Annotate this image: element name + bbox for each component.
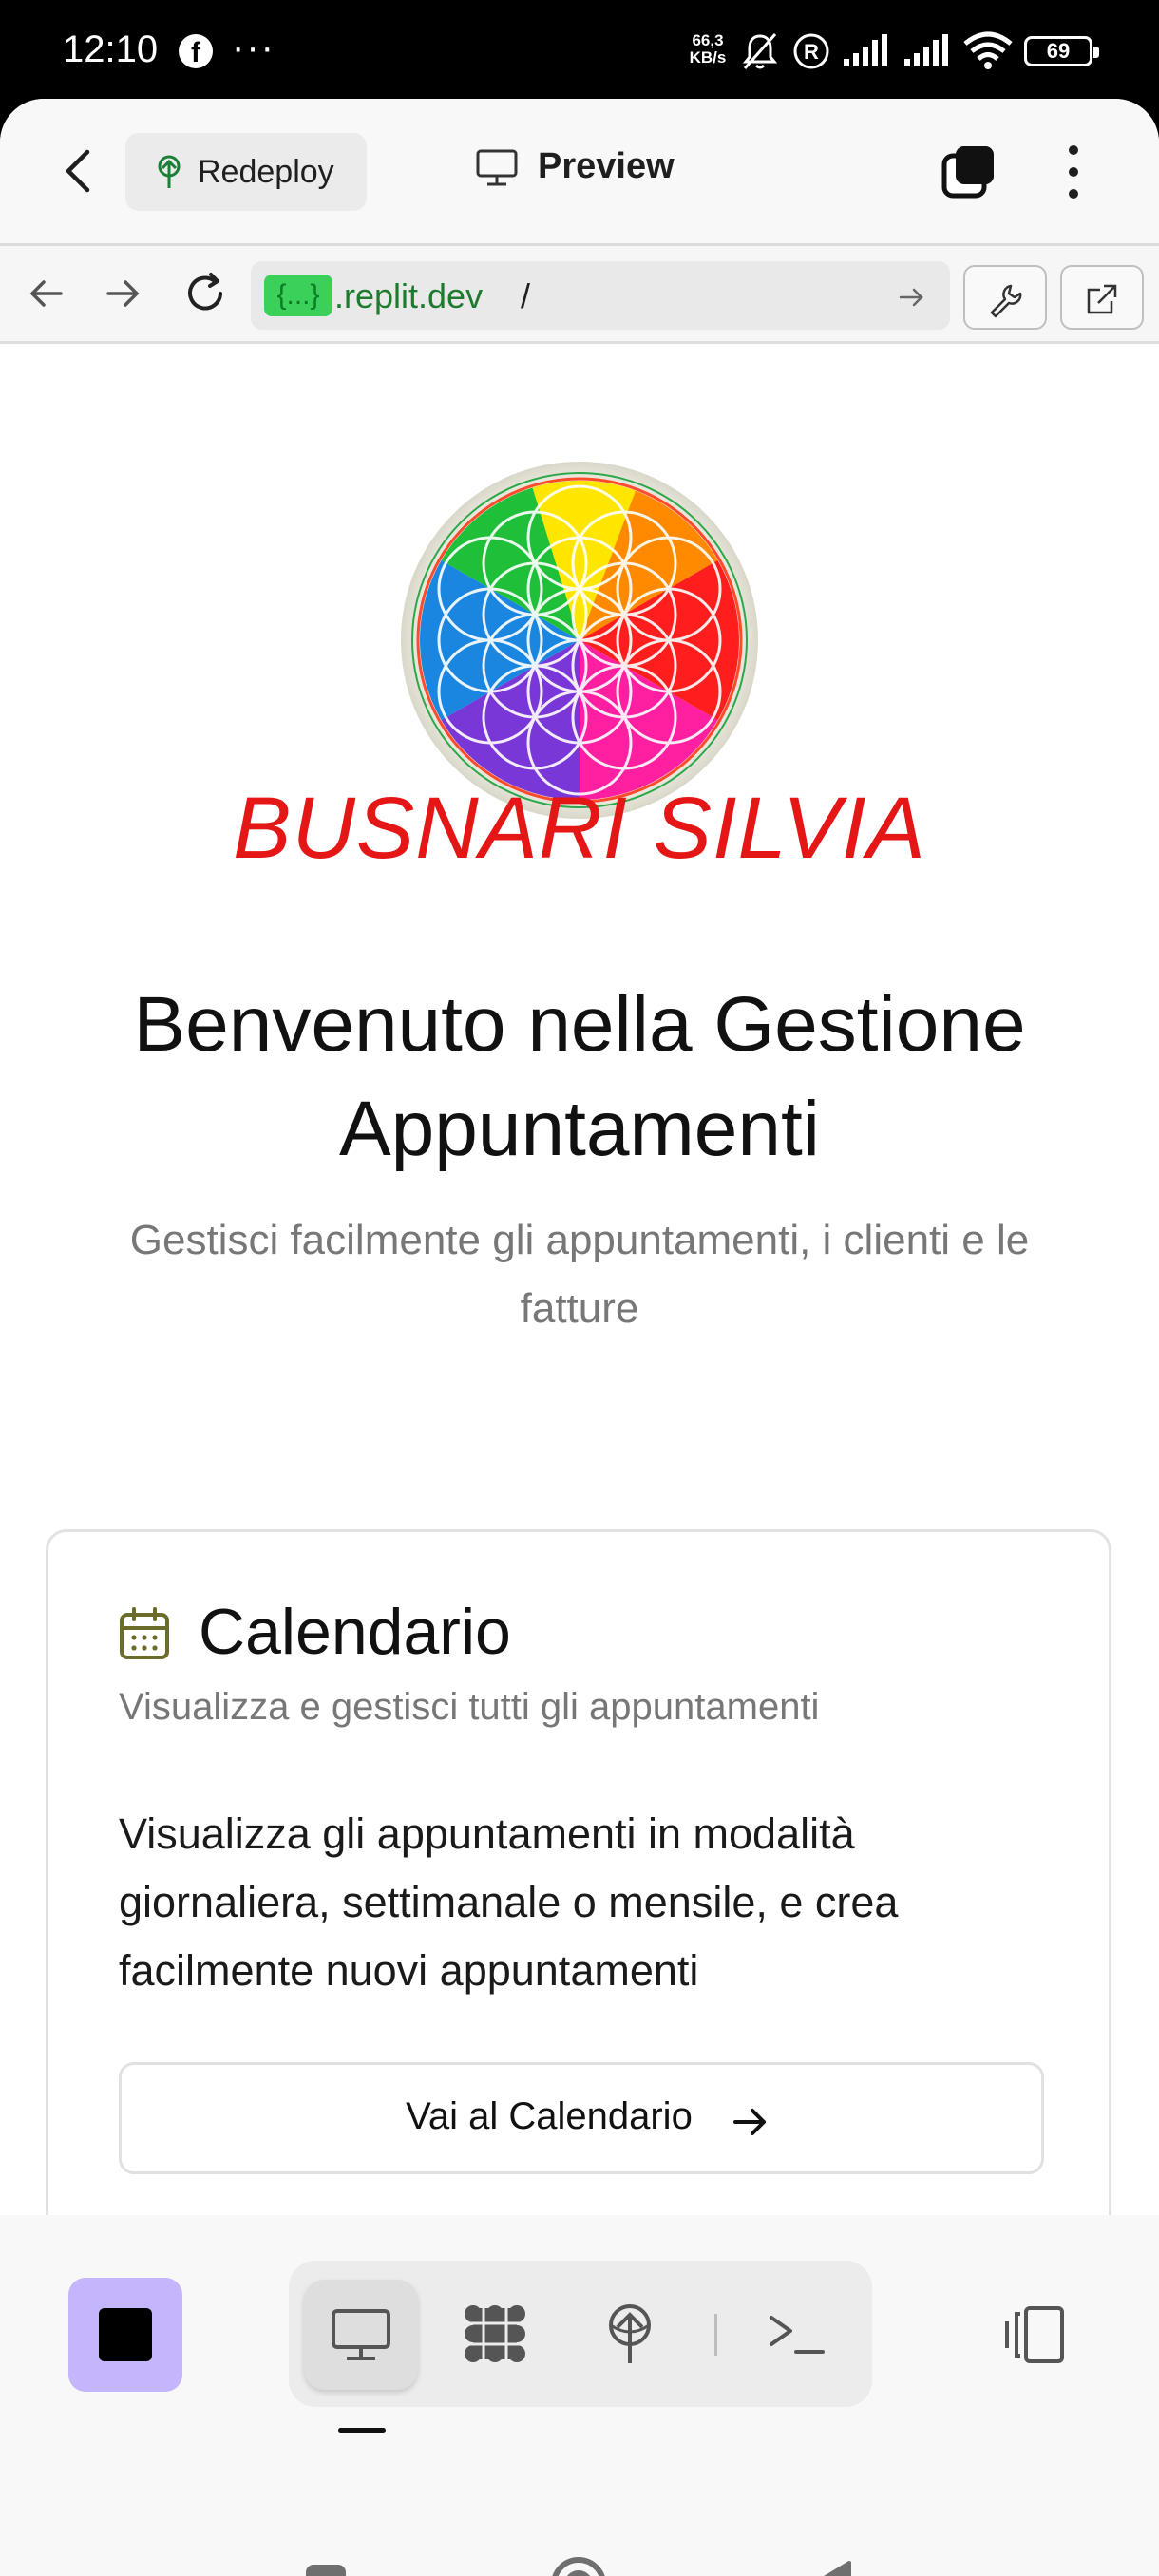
home-button[interactable]: [549, 2555, 608, 2576]
svg-text:R: R: [804, 40, 819, 64]
registered-icon: R: [793, 33, 829, 69]
url-field[interactable]: {...} .replit.dev /: [251, 261, 950, 330]
system-back-button[interactable]: [809, 2559, 853, 2576]
network-speed-value: 66,3: [692, 31, 724, 49]
nav-forward-icon[interactable]: [101, 271, 146, 316]
status-bar: 12:10 f ··· 66,3 KB/s R 69: [0, 0, 1159, 104]
back-button[interactable]: [53, 144, 106, 198]
top-toolbar: Redeploy Preview: [0, 99, 1159, 243]
network-speed-unit: KB/s: [689, 48, 727, 66]
external-link-icon: [1087, 284, 1117, 314]
card-title: Calendario: [199, 1596, 511, 1668]
grid-icon[interactable]: [462, 2301, 528, 2367]
calendar-icon: [120, 1607, 169, 1659]
url-host-tag: {...}: [264, 275, 332, 316]
battery-level: 69: [1024, 36, 1099, 66]
more-notifications-indicator: ···: [232, 27, 276, 68]
page-title: Benvenuto nella Gestione Appuntamenti: [133, 981, 1026, 1172]
nav-back-icon[interactable]: [23, 271, 68, 316]
bottom-toolbar: [0, 2215, 1159, 2519]
go-to-calendar-button[interactable]: Vai al Calendario: [119, 2062, 1044, 2174]
side-panel-icon[interactable]: [999, 2302, 1068, 2369]
preview-label: Preview: [538, 146, 674, 186]
go-to-calendar-label: Vai al Calendario: [406, 2095, 693, 2137]
monitor-icon: [476, 149, 518, 186]
redeploy-button[interactable]: Redeploy: [125, 133, 367, 211]
card-description: Visualizza e gestisci tutti gli appuntam…: [119, 1686, 820, 1728]
recents-button[interactable]: [306, 2565, 346, 2576]
web-preview: BUSNARI SILVIA Benvenuto nella Gestione …: [0, 344, 1159, 2238]
kebab-menu-icon[interactable]: [1054, 142, 1092, 201]
calendar-card: Calendario Visualizza e gestisci tutti g…: [46, 1529, 1112, 2238]
url-path: /: [521, 276, 531, 315]
mute-bell-icon: [742, 33, 778, 69]
url-host: .replit.dev: [334, 276, 484, 315]
stop-button[interactable]: [68, 2278, 182, 2392]
monitor-icon: [332, 2309, 390, 2360]
network-speed: 66,3 KB/s: [682, 32, 733, 66]
url-go-icon[interactable]: [897, 282, 927, 313]
tool-switcher: [289, 2261, 872, 2407]
tool-preview-button[interactable]: [304, 2280, 418, 2390]
status-time: 12:10: [63, 28, 159, 70]
signal-2-icon: [904, 34, 948, 66]
redeploy-label: Redeploy: [198, 154, 334, 190]
tool-divider: [714, 2314, 717, 2356]
wrench-icon: [990, 284, 1022, 318]
deploy-icon: [158, 155, 180, 188]
facebook-notification-icon: f: [179, 34, 213, 68]
open-external-button[interactable]: [1060, 265, 1144, 330]
flower-of-life-logo: [401, 462, 758, 819]
app-sheet: Redeploy Preview {...} .replit.dev / BUS…: [0, 99, 1159, 2576]
tabs-button[interactable]: [940, 142, 998, 199]
system-navigation: [0, 2519, 1159, 2576]
wifi-icon: [963, 31, 1013, 69]
arrow-right-icon: [733, 2109, 766, 2135]
terminal-icon[interactable]: [764, 2301, 830, 2367]
address-bar: {...} .replit.dev /: [0, 246, 1159, 344]
deploy-icon[interactable]: [597, 2301, 663, 2367]
active-tab-indicator: [338, 2428, 386, 2433]
stop-icon: [99, 2308, 152, 2361]
page-subtitle: Gestisci facilmente gli appuntamenti, i …: [129, 1217, 1030, 1332]
card-body-text: Visualizza gli appuntamenti in modalità …: [119, 1809, 899, 1995]
signal-1-icon: [844, 34, 887, 66]
brand-name: BUSNARI SILVIA: [233, 780, 926, 877]
devtools-button[interactable]: [963, 265, 1047, 330]
reload-icon[interactable]: [182, 271, 228, 316]
